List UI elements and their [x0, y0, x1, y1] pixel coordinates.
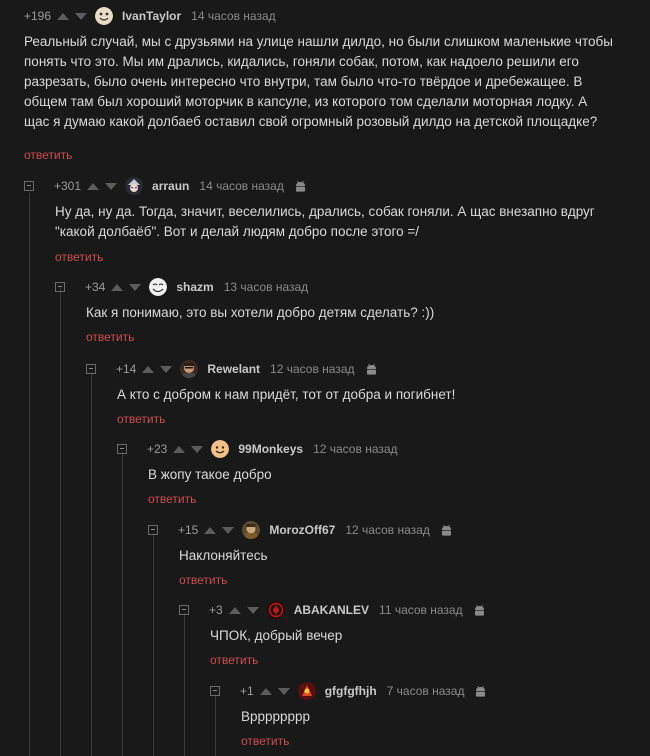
comment-rating: +196: [24, 9, 52, 23]
downvote-icon[interactable]: [246, 606, 259, 614]
timestamp: 12 часов назад: [313, 442, 398, 456]
comment-rating: +14: [116, 362, 137, 376]
android-icon: [473, 604, 486, 617]
username[interactable]: gfgfgfhjh: [325, 684, 377, 698]
avatar[interactable]: [95, 7, 114, 25]
upvote-icon[interactable]: [173, 445, 186, 453]
android-icon: [474, 685, 487, 698]
downvote-icon[interactable]: [160, 365, 173, 373]
collapse-toggle[interactable]: [210, 686, 220, 696]
avatar[interactable]: [149, 278, 168, 296]
downvote-icon[interactable]: [105, 182, 118, 190]
upvote-icon[interactable]: [142, 365, 155, 373]
avatar[interactable]: [125, 177, 144, 195]
collapse-toggle[interactable]: [148, 525, 158, 535]
comment-header: +23 99Monkeys 12 часов назад: [117, 439, 408, 459]
username[interactable]: arraun: [152, 179, 189, 193]
timestamp: 12 часов назад: [345, 523, 430, 537]
android-icon: [365, 363, 378, 376]
comment-header: +3 ABAKANLEV 11 часов назад: [179, 600, 486, 620]
comment-rating: +15: [178, 523, 199, 537]
reply-button[interactable]: ответить: [241, 734, 289, 748]
comment-text: ЧПОК, добрый вечер: [210, 628, 343, 643]
comment-header: +1 gfgfgfhjh 7 часов назад: [210, 681, 487, 701]
comment: +1 gfgfgfhjh 7 часов назад Врррррррр отв…: [0, 681, 650, 751]
upvote-icon[interactable]: [87, 182, 100, 190]
collapse-toggle[interactable]: [24, 181, 34, 191]
reply-button[interactable]: ответить: [55, 250, 103, 264]
reply-button[interactable]: ответить: [210, 653, 258, 667]
comment-text: В жопу такое добро: [148, 467, 272, 482]
upvote-icon[interactable]: [204, 526, 217, 534]
timestamp: 12 часов назад: [270, 362, 355, 376]
avatar[interactable]: [297, 682, 316, 700]
avatar[interactable]: [180, 360, 199, 378]
comment-rating: +23: [147, 442, 168, 456]
avatar[interactable]: [211, 440, 230, 458]
timestamp: 7 часов назад: [386, 684, 465, 698]
timestamp: 14 часов назад: [191, 9, 276, 23]
avatar[interactable]: [266, 601, 285, 619]
comment: +15 MorozOff67 12 часов назад Наклоняйте…: [0, 520, 650, 590]
downvote-icon[interactable]: [129, 283, 142, 291]
collapse-toggle[interactable]: [117, 444, 127, 454]
username[interactable]: 99Monkeys: [238, 442, 303, 456]
downvote-icon[interactable]: [277, 687, 290, 695]
downvote-icon[interactable]: [222, 526, 235, 534]
username[interactable]: MorozOff67: [269, 523, 335, 537]
upvote-icon[interactable]: [228, 606, 241, 614]
timestamp: 13 часов назад: [223, 280, 309, 294]
upvote-icon[interactable]: [259, 687, 272, 695]
comment: +196 IvanTaylor 14 часов назад Реальный …: [0, 6, 650, 166]
username[interactable]: Rewelant: [207, 362, 260, 376]
comment-header: +196 IvanTaylor 14 часов назад: [24, 6, 286, 26]
reply-button[interactable]: ответить: [179, 573, 227, 587]
collapse-toggle[interactable]: [179, 605, 189, 615]
comment-rating: +34: [85, 280, 106, 294]
username[interactable]: IvanTaylor: [122, 9, 181, 23]
downvote-icon[interactable]: [191, 445, 204, 453]
username[interactable]: ABAKANLEV: [294, 603, 369, 617]
reply-button[interactable]: ответить: [148, 492, 196, 506]
reply-button[interactable]: ответить: [86, 330, 134, 344]
android-icon: [440, 524, 453, 537]
comment: +34 shazm 13 часов назад Как я понимаю, …: [0, 277, 650, 347]
timestamp: 14 часов назад: [199, 179, 284, 193]
timestamp: 11 часов назад: [379, 603, 463, 617]
comment-text: Ну да, ну да. Тогда, значит, веселились,…: [55, 204, 595, 239]
comment-text: Наклоняйтесь: [179, 548, 268, 563]
collapse-toggle[interactable]: [55, 282, 65, 292]
avatar[interactable]: [242, 521, 261, 539]
comment-rating: +3: [209, 603, 223, 617]
comment-rating: +1: [240, 684, 254, 698]
reply-button[interactable]: ответить: [24, 148, 72, 162]
comment-text: Реальный случай, мы с друзьями на улице …: [24, 34, 613, 129]
comment-header: +15 MorozOff67 12 часов назад: [148, 520, 453, 540]
comment: +23 99Monkeys 12 часов назад В жопу тако…: [0, 439, 650, 509]
reply-button[interactable]: ответить: [117, 412, 165, 426]
comment: +14 Rewelant 12 часов назад А кто с добр…: [0, 359, 650, 429]
comment-header: +34 shazm 13 часов назад: [55, 277, 318, 297]
downvote-icon[interactable]: [75, 12, 88, 20]
comment-header: +301 arraun 14 часов назад: [24, 176, 307, 196]
comment: +3 ABAKANLEV 11 часов назад ЧПОК, добрый…: [0, 600, 650, 670]
comment-text: Как я понимаю, это вы хотели добро детям…: [86, 305, 435, 320]
android-icon: [294, 180, 307, 193]
comment: +301 arraun 14 часов назад Ну да, ну да.…: [0, 176, 650, 266]
upvote-icon[interactable]: [57, 12, 70, 20]
comment-text: А кто с добром к нам придёт, тот от добр…: [117, 387, 456, 402]
comment-header: +14 Rewelant 12 часов назад: [86, 359, 378, 379]
upvote-icon[interactable]: [111, 283, 124, 291]
comment-text: Врррррррр: [241, 709, 311, 724]
comment-rating: +301: [54, 179, 82, 193]
username[interactable]: shazm: [176, 280, 213, 294]
collapse-toggle[interactable]: [86, 364, 96, 374]
